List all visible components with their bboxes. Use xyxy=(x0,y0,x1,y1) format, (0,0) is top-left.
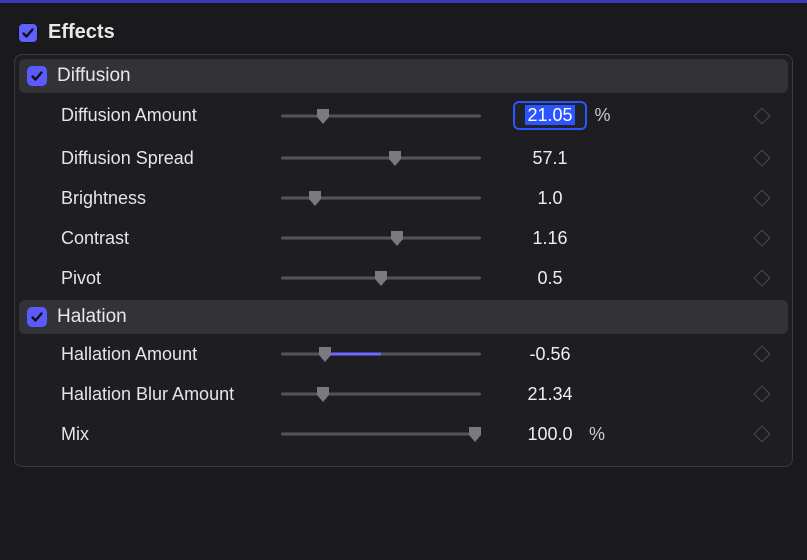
mix-value[interactable]: 100.0 xyxy=(519,424,581,445)
effects-title: Effects xyxy=(48,21,115,44)
param-value-cell: 57.1 xyxy=(481,148,651,169)
param-row-halation-blur: Hallation Blur Amount 21.34 xyxy=(17,374,790,414)
diffusion-spread-slider[interactable] xyxy=(281,146,481,170)
pivot-value[interactable]: 0.5 xyxy=(519,268,581,289)
halation-blur-slider[interactable] xyxy=(281,382,481,406)
diffusion-amount-slider[interactable] xyxy=(281,104,481,128)
param-label: Diffusion Spread xyxy=(61,148,281,169)
halation-amount-slider[interactable] xyxy=(281,342,481,366)
param-label: Brightness xyxy=(61,188,281,209)
slider-thumb[interactable] xyxy=(372,269,390,287)
param-row-halation-amount: Hallation Amount -0.56 xyxy=(17,334,790,374)
slider-thumb[interactable] xyxy=(386,149,404,167)
param-row-brightness: Brightness 1.0 xyxy=(17,178,790,218)
slider-thumb[interactable] xyxy=(466,425,484,443)
contrast-slider[interactable] xyxy=(281,226,481,250)
param-label: Contrast xyxy=(61,228,281,249)
halation-section-title: Halation xyxy=(57,306,127,328)
keyframe-icon[interactable] xyxy=(754,230,771,247)
window-accent-line xyxy=(0,0,807,3)
slider-track xyxy=(281,114,481,117)
mix-slider[interactable] xyxy=(281,422,481,446)
param-row-diffusion-amount: Diffusion Amount 21.05 % xyxy=(17,93,790,138)
param-label: Hallation Amount xyxy=(61,344,281,365)
param-value-cell: 1.16 xyxy=(481,228,651,249)
param-label: Diffusion Amount xyxy=(61,105,281,126)
brightness-value[interactable]: 1.0 xyxy=(519,188,581,209)
keyframe-icon[interactable] xyxy=(754,270,771,287)
brightness-slider[interactable] xyxy=(281,186,481,210)
check-icon xyxy=(21,26,35,40)
keyframe-icon[interactable] xyxy=(754,190,771,207)
check-icon xyxy=(30,310,44,324)
halation-blur-value[interactable]: 21.34 xyxy=(519,384,581,405)
effects-panel-body: Diffusion Diffusion Amount 21.05 % xyxy=(14,54,793,467)
keyframe-icon[interactable] xyxy=(754,346,771,363)
param-label: Pivot xyxy=(61,268,281,289)
slider-track xyxy=(281,393,481,396)
slider-track xyxy=(281,353,481,356)
keyframe-icon[interactable] xyxy=(754,107,771,124)
param-value-cell: -0.56 xyxy=(481,344,651,365)
param-value-cell: 0.5 xyxy=(481,268,651,289)
halation-amount-value[interactable]: -0.56 xyxy=(519,344,581,365)
halation-enable-checkbox[interactable] xyxy=(27,307,47,327)
check-icon xyxy=(30,69,44,83)
slider-thumb[interactable] xyxy=(314,107,332,125)
param-row-diffusion-spread: Diffusion Spread 57.1 xyxy=(17,138,790,178)
section-header-halation[interactable]: Halation xyxy=(19,300,788,334)
param-row-mix: Mix 100.0 % xyxy=(17,414,790,454)
param-label: Mix xyxy=(61,424,281,445)
slider-thumb[interactable] xyxy=(314,385,332,403)
param-unit: % xyxy=(589,424,613,445)
diffusion-section-title: Diffusion xyxy=(57,65,131,87)
param-value-cell: 21.34 xyxy=(481,384,651,405)
param-value-cell: 100.0 % xyxy=(481,424,651,445)
slider-track xyxy=(281,433,481,436)
slider-thumb[interactable] xyxy=(316,345,334,363)
param-label: Hallation Blur Amount xyxy=(61,384,281,405)
slider-track xyxy=(281,237,481,240)
slider-thumb[interactable] xyxy=(306,189,324,207)
param-value-cell: 1.0 xyxy=(481,188,651,209)
diffusion-enable-checkbox[interactable] xyxy=(27,66,47,86)
keyframe-icon[interactable] xyxy=(754,386,771,403)
param-value: 21.05 xyxy=(525,105,574,125)
section-header-diffusion[interactable]: Diffusion xyxy=(19,59,788,93)
pivot-slider[interactable] xyxy=(281,266,481,290)
param-row-pivot: Pivot 0.5 xyxy=(17,258,790,298)
param-value-cell: 21.05 % xyxy=(481,101,651,130)
keyframe-icon[interactable] xyxy=(754,426,771,443)
effects-panel: Effects Diffusion Diffusion Amount xyxy=(0,5,807,467)
contrast-value[interactable]: 1.16 xyxy=(519,228,581,249)
effects-enable-checkbox[interactable] xyxy=(18,23,38,43)
diffusion-spread-value[interactable]: 57.1 xyxy=(519,148,581,169)
slider-track xyxy=(281,157,481,160)
param-unit: % xyxy=(595,105,619,126)
diffusion-amount-value-input[interactable]: 21.05 xyxy=(513,101,586,130)
keyframe-icon[interactable] xyxy=(754,150,771,167)
slider-thumb[interactable] xyxy=(388,229,406,247)
param-row-contrast: Contrast 1.16 xyxy=(17,218,790,258)
effects-header: Effects xyxy=(14,15,793,54)
